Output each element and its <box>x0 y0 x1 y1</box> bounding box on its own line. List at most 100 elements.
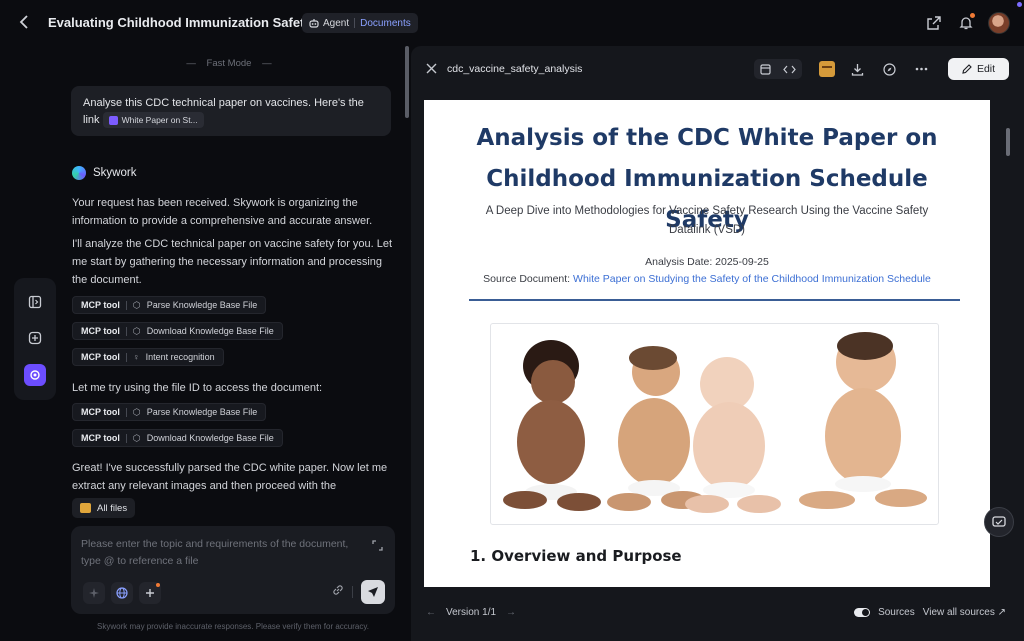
share-icon[interactable] <box>924 13 944 33</box>
close-icon[interactable] <box>426 61 437 79</box>
more-icon[interactable] <box>911 59 931 79</box>
composer <box>71 526 395 614</box>
baby-figure <box>799 332 927 509</box>
disclaimer: Skywork may provide inaccurate responses… <box>97 622 369 631</box>
tool-label: Intent recognition <box>145 352 215 362</box>
fast-mode-divider: — Fast Mode — <box>186 58 272 69</box>
feedback-icon[interactable] <box>984 507 1014 537</box>
link-icon[interactable] <box>332 583 344 601</box>
tool-call[interactable]: MCP tool ⬡ Download Knowledge Base File <box>72 322 283 340</box>
attachment-label: White Paper on St... <box>121 114 198 125</box>
file-name: cdc_vaccine_safety_analysis <box>447 63 583 75</box>
attachment-chip[interactable]: White Paper on St... <box>102 112 204 129</box>
fast-mode-label: Fast Mode <box>206 58 252 69</box>
divider <box>125 326 127 336</box>
tool-label: Parse Knowledge Base File <box>146 407 258 417</box>
new-chat-icon[interactable] <box>25 328 45 348</box>
cube-icon: ⬡ <box>132 406 141 417</box>
plus-icon[interactable] <box>139 582 161 604</box>
notification-dot <box>970 13 975 18</box>
sparkle-icon[interactable] <box>83 582 105 604</box>
back-arrow-icon[interactable] <box>14 12 34 32</box>
sources-toggle[interactable] <box>854 608 871 617</box>
source-line: Source Document: White Paper on Studying… <box>424 271 990 288</box>
document-scrollbar[interactable] <box>1006 128 1010 156</box>
tool-call[interactable]: MCP tool ⬡ Download Knowledge Base File <box>72 429 283 447</box>
assistant-header: Skywork <box>72 166 136 180</box>
preview-icon <box>760 63 771 75</box>
tool-tag: MCP tool <box>81 326 120 336</box>
edit-label: Edit <box>976 63 996 75</box>
chat-scrollbar[interactable] <box>405 46 409 118</box>
assistant-name: Skywork <box>93 167 137 179</box>
tool-tag: MCP tool <box>81 407 120 417</box>
status-dot <box>1017 2 1022 7</box>
section-heading: 1. Overview and Purpose <box>470 547 682 565</box>
top-actions <box>924 12 1010 34</box>
document-subtitle: A Deep Dive into Methodologies for Vacci… <box>485 205 929 236</box>
tool-call[interactable]: MCP tool ⬡ Parse Knowledge Base File <box>72 403 267 421</box>
prompt-input[interactable] <box>81 536 361 572</box>
tool-call[interactable]: MCP tool ⬡ Parse Knowledge Base File <box>72 296 267 314</box>
documents-label: Documents <box>360 17 411 29</box>
notebook-icon[interactable] <box>819 61 835 77</box>
agent-app-icon[interactable] <box>24 364 46 386</box>
source-prefix: Source Document: <box>483 273 574 285</box>
all-files-label: All files <box>97 502 128 514</box>
view-toggle[interactable] <box>754 59 802 79</box>
skywork-logo-icon <box>72 166 86 180</box>
document-icon <box>108 115 118 125</box>
avatar[interactable] <box>988 12 1010 34</box>
notification-dot <box>156 583 160 587</box>
robot-icon <box>309 19 319 28</box>
tool-call[interactable]: MCP tool ♀ Intent recognition <box>72 348 224 366</box>
send-icon <box>368 587 378 597</box>
prev-version-icon[interactable]: ← <box>426 607 436 618</box>
tool-label: Download Knowledge Base File <box>146 326 274 336</box>
next-version-icon[interactable]: → <box>506 607 516 618</box>
agent-mode: Agent <box>309 18 349 29</box>
divider <box>352 586 353 598</box>
edit-button[interactable]: Edit <box>948 58 1009 80</box>
globe-icon[interactable] <box>111 582 133 604</box>
agent-label: Agent <box>323 17 350 29</box>
code-icon <box>783 65 796 73</box>
divider <box>125 407 127 417</box>
tool-tag: MCP tool <box>81 300 120 310</box>
assistant-paragraph: Your request has been received. Skywork … <box>72 197 373 227</box>
left-rail <box>14 278 56 400</box>
view-all-sources-link[interactable]: View all sources ↗ <box>923 607 1006 618</box>
folder-icon <box>80 503 91 513</box>
mode-badge[interactable]: Agent Documents <box>302 13 418 33</box>
compass-icon[interactable] <box>879 59 899 79</box>
panel-footer: ← Version 1/1 → Sources View all sources… <box>411 599 1024 629</box>
version-nav: ← Version 1/1 → <box>426 607 516 618</box>
composer-actions <box>332 580 385 604</box>
panel-header: cdc_vaccine_safety_analysis Edit <box>411 46 1024 92</box>
tool-tag: MCP tool <box>81 352 120 362</box>
bulb-icon: ♀ <box>132 352 140 362</box>
tool-tag: MCP tool <box>81 433 120 443</box>
assistant-paragraph: I'll analyze the CDC technical paper on … <box>72 238 393 286</box>
user-message: Analyse this CDC technical paper on vacc… <box>71 86 391 136</box>
cube-icon: ⬡ <box>132 432 141 443</box>
sidebar-toggle-icon[interactable] <box>25 292 45 312</box>
source-link[interactable]: White Paper on Studying the Safety of th… <box>573 273 931 285</box>
bell-icon[interactable] <box>956 13 976 33</box>
baby-figure <box>503 340 601 511</box>
download-icon[interactable] <box>847 59 867 79</box>
babies-photo <box>490 323 939 525</box>
top-bar: Evaluating Childhood Immunization Safety… <box>0 0 1024 46</box>
assistant-paragraph: Let me try using the file ID to access t… <box>72 382 323 394</box>
title-rule <box>469 299 960 301</box>
all-files-button[interactable]: All files <box>72 498 136 518</box>
composer-tools <box>83 582 161 604</box>
divider <box>354 18 356 28</box>
expand-icon[interactable] <box>372 538 383 556</box>
analysis-date: Analysis Date: 2025-09-25 <box>645 256 769 268</box>
view-all-sources-label: View all sources <box>922 607 995 618</box>
pencil-icon <box>962 64 972 74</box>
send-button[interactable] <box>361 580 385 604</box>
document-page: Analysis of the CDC White Paper on Child… <box>424 100 990 587</box>
divider <box>125 300 127 310</box>
